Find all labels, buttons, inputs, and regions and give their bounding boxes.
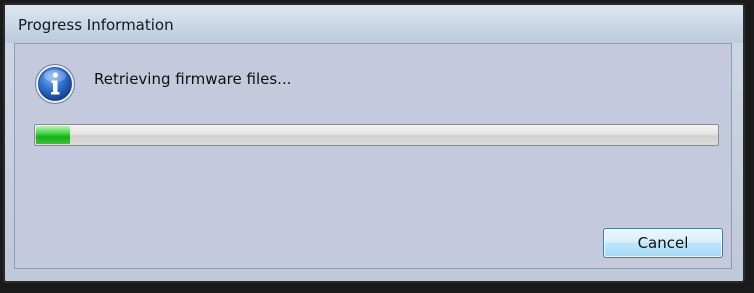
progress-dialog-window: Progress Information Retrieving firmware… bbox=[3, 3, 745, 283]
title-bar[interactable]: Progress Information bbox=[5, 5, 743, 43]
window-title: Progress Information bbox=[18, 16, 174, 34]
dialog-content: Retrieving firmware files... Cancel bbox=[14, 43, 732, 269]
cancel-button[interactable]: Cancel bbox=[603, 228, 723, 258]
progress-bar bbox=[34, 124, 719, 146]
progress-bar-fill bbox=[36, 126, 70, 144]
status-message: Retrieving firmware files... bbox=[94, 70, 292, 88]
info-icon bbox=[35, 64, 75, 104]
